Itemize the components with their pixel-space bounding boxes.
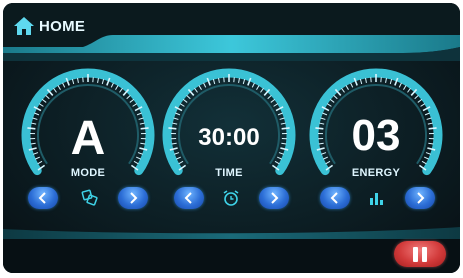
- home-label: HOME: [39, 17, 86, 35]
- home-icon: [14, 17, 34, 35]
- mode-value: A: [70, 112, 106, 165]
- time-value: 30:00: [198, 124, 260, 151]
- chevron-left-icon: [38, 192, 46, 204]
- chevron-right-icon: [271, 192, 279, 204]
- energy-next-button[interactable]: [405, 187, 435, 209]
- home-button[interactable]: HOME: [13, 16, 85, 36]
- energy-value: 03: [351, 111, 401, 160]
- chevron-left-icon: [184, 192, 192, 204]
- time-next-button[interactable]: [259, 187, 289, 209]
- mode-prev-button[interactable]: [28, 187, 58, 209]
- chevron-right-icon: [417, 192, 425, 204]
- pause-icon: [413, 246, 418, 262]
- mode-icon: [81, 189, 99, 212]
- bar-chart-icon: [368, 189, 386, 212]
- chevron-left-icon: [330, 192, 338, 204]
- time-prev-button[interactable]: [174, 187, 204, 209]
- pause-button[interactable]: [394, 241, 446, 267]
- alarm-clock-icon: [222, 189, 240, 212]
- chevron-right-icon: [130, 192, 138, 204]
- app-screen: HOME A MODE 30:00 TIME 03 ENERGY: [3, 3, 460, 273]
- energy-prev-button[interactable]: [320, 187, 350, 209]
- pause-icon: [422, 246, 427, 262]
- energy-caption: ENERGY: [351, 167, 401, 179]
- time-caption: TIME: [215, 167, 243, 179]
- mode-caption: MODE: [70, 167, 106, 179]
- mode-next-button[interactable]: [118, 187, 148, 209]
